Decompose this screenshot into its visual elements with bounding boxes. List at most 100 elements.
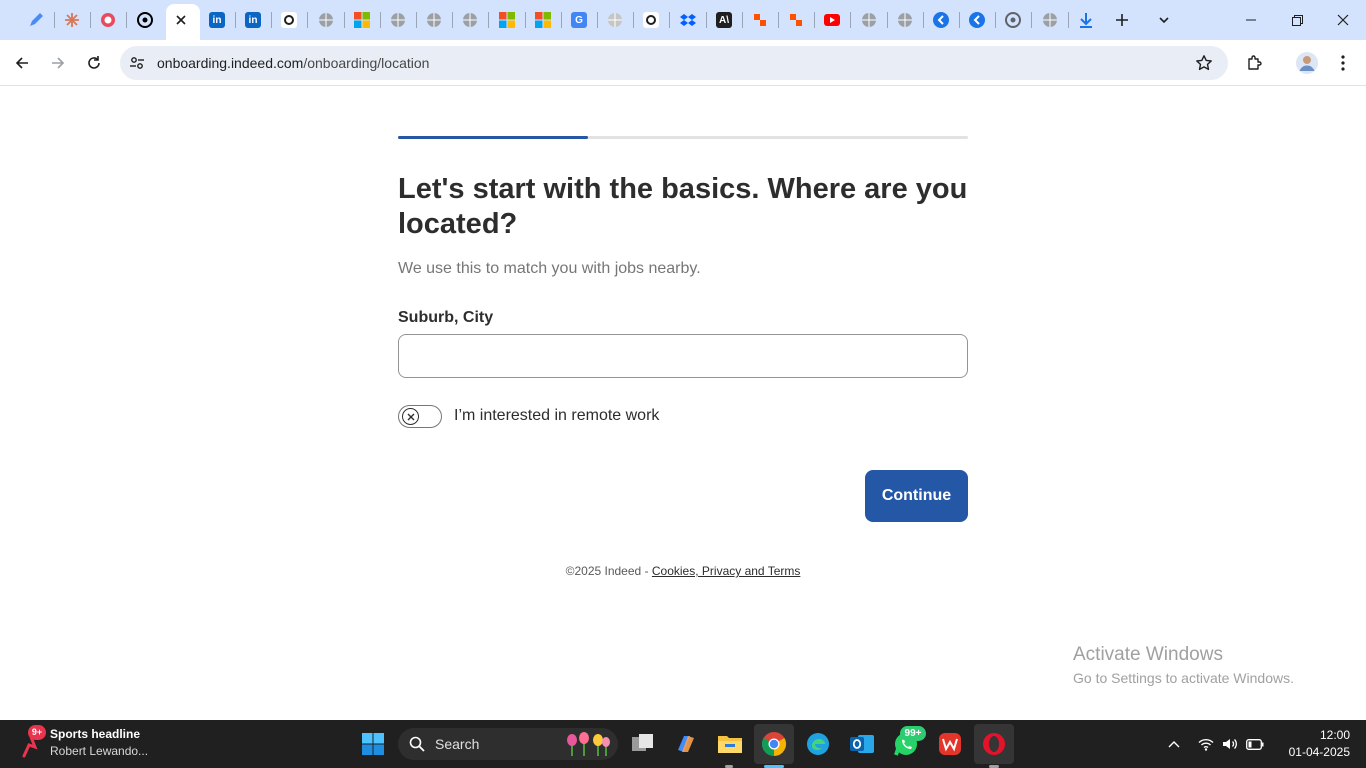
tab-search-button[interactable] — [1150, 6, 1178, 34]
chatgpt-tab-icon — [137, 12, 153, 28]
tab-separator — [126, 12, 127, 28]
edge-icon — [807, 733, 829, 755]
globe-tab-icon — [861, 12, 877, 28]
browser-tab[interactable] — [348, 6, 376, 34]
browser-tab[interactable] — [746, 6, 774, 34]
browser-tab[interactable] — [94, 6, 122, 34]
search-label: Search — [435, 736, 480, 752]
browser-tab[interactable] — [420, 6, 448, 34]
task-view-button[interactable] — [627, 728, 659, 760]
clock-date: 01-04-2025 — [1288, 745, 1350, 759]
browser-tab[interactable] — [963, 6, 991, 34]
zapier-tab-icon — [752, 12, 768, 28]
browser-tab[interactable] — [891, 6, 919, 34]
reload-button[interactable] — [79, 48, 109, 78]
tab-separator — [778, 12, 779, 28]
tab-separator — [669, 12, 670, 28]
tab-separator — [307, 12, 308, 28]
system-tray — [1168, 720, 1264, 768]
back-button[interactable] — [7, 48, 37, 78]
remote-work-toggle[interactable] — [398, 405, 442, 428]
browser-tab[interactable] — [275, 6, 303, 34]
news-widget[interactable]: 9+ Sports headline Robert Lewando... — [14, 725, 164, 762]
globe-tab-icon — [318, 12, 334, 28]
tab-separator — [814, 12, 815, 28]
browser-tab[interactable]: A\ — [710, 6, 738, 34]
task-view-icon — [632, 734, 653, 751]
menu-button[interactable] — [1328, 48, 1358, 78]
news-subtitle: Robert Lewando... — [50, 744, 149, 758]
edge-taskbar-button[interactable] — [802, 728, 834, 760]
wps-taskbar-button[interactable] — [934, 728, 966, 760]
news-badge: 9+ — [28, 725, 46, 740]
taskbar-search[interactable]: Search — [398, 728, 618, 760]
download-tab-icon — [1078, 12, 1094, 28]
browser-tab[interactable] — [167, 6, 195, 34]
location-input[interactable] — [398, 334, 968, 378]
zapier-tab-icon — [788, 12, 804, 28]
youtube-tab-icon — [824, 12, 840, 28]
browser-tab[interactable] — [456, 6, 484, 34]
browser-tab[interactable] — [855, 6, 883, 34]
bookmark-star-icon[interactable] — [1195, 54, 1213, 72]
browser-tab[interactable] — [312, 6, 340, 34]
tab-separator — [633, 12, 634, 28]
close-icon — [1337, 14, 1349, 26]
watermark-title: Activate Windows — [1073, 644, 1223, 665]
copilot-taskbar-button[interactable] — [670, 728, 702, 760]
volume-icon[interactable] — [1222, 737, 1238, 751]
browser-tab[interactable] — [131, 6, 159, 34]
browser-tab[interactable] — [818, 6, 846, 34]
restore-button[interactable] — [1274, 0, 1320, 40]
profile-button[interactable] — [1292, 48, 1322, 78]
browser-tab[interactable] — [493, 6, 521, 34]
close-window-button[interactable] — [1320, 0, 1366, 40]
browser-tab[interactable] — [601, 6, 629, 34]
globe-tab-icon — [426, 12, 442, 28]
clock-time: 12:00 — [1319, 728, 1350, 742]
restore-icon — [1291, 14, 1303, 26]
browser-tab[interactable] — [999, 6, 1027, 34]
address-bar[interactable]: onboarding.indeed.com/onboarding/locatio… — [120, 46, 1228, 80]
wifi-icon[interactable] — [1198, 738, 1214, 751]
tab-separator — [597, 12, 598, 28]
browser-tab[interactable]: in — [203, 6, 231, 34]
clock[interactable]: 12:00 01-04-2025 — [1270, 727, 1350, 761]
footer-terms-link[interactable]: Cookies, Privacy and Terms — [652, 564, 801, 578]
extensions-button[interactable] — [1240, 48, 1270, 78]
browser-tab[interactable] — [782, 6, 810, 34]
browser-tab[interactable]: in — [239, 6, 267, 34]
site-info-icon[interactable] — [129, 55, 145, 71]
chrome-taskbar-button[interactable] — [754, 724, 794, 764]
tab-separator — [995, 12, 996, 28]
file-explorer-button[interactable] — [714, 728, 746, 760]
battery-icon[interactable] — [1246, 738, 1264, 750]
browser-tab[interactable] — [529, 6, 557, 34]
tab-separator — [235, 12, 236, 28]
minimize-button[interactable] — [1228, 0, 1274, 40]
continue-button[interactable]: Continue — [865, 470, 968, 522]
forward-button[interactable] — [43, 48, 73, 78]
browser-tab[interactable] — [58, 6, 86, 34]
browser-tab[interactable] — [22, 6, 50, 34]
dropbox-tab-icon — [680, 12, 696, 28]
google-tab-icon: G — [571, 12, 587, 28]
whatsapp-badge: 99+ — [900, 726, 926, 741]
page-title: Let's start with the basics. Where are y… — [398, 173, 968, 240]
browser-tab[interactable] — [674, 6, 702, 34]
outlook-taskbar-button[interactable] — [846, 728, 878, 760]
tab-separator — [1031, 12, 1032, 28]
new-tab-button[interactable] — [1108, 6, 1136, 34]
browser-tab[interactable] — [927, 6, 955, 34]
browser-tab[interactable]: G — [565, 6, 593, 34]
opera-taskbar-button[interactable] — [974, 724, 1014, 764]
browser-tab[interactable] — [384, 6, 412, 34]
start-button[interactable] — [357, 728, 389, 760]
browser-tab[interactable] — [637, 6, 665, 34]
chevron-up-icon[interactable] — [1168, 740, 1180, 748]
remote-work-label[interactable]: I’m interested in remote work — [454, 407, 659, 425]
location-label: Suburb, City — [398, 309, 494, 326]
browser-tab[interactable] — [1036, 6, 1064, 34]
minimize-icon — [1246, 19, 1256, 21]
browser-tab[interactable] — [1072, 6, 1100, 34]
